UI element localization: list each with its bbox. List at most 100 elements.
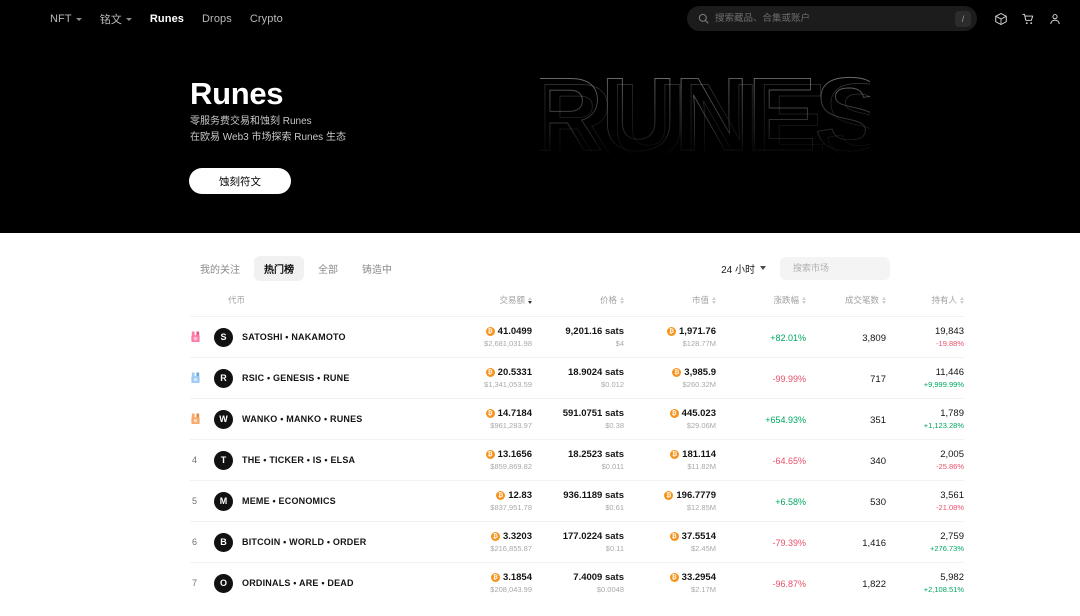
table-row[interactable]: 6 B BITCOIN • WORLD • ORDER ₿ 3.3203 $216,855… (190, 521, 964, 563)
mcap-usd: $12.85M (686, 503, 716, 512)
cell-trades: 717 (806, 358, 886, 399)
price-usd: $0.11 (605, 544, 624, 553)
sort-arrows-icon (712, 296, 716, 304)
mcap-btc: 37.5514 (681, 531, 716, 542)
price-usd: $4 (615, 339, 624, 348)
token-avatar: M (214, 491, 233, 511)
cell-holders: 2,759 +276.73% (886, 522, 964, 563)
nav-item-drops[interactable]: Drops (202, 13, 232, 25)
chevron-down-icon (125, 17, 132, 21)
cell-price: 9,201.16 sats $4 (532, 317, 624, 358)
holder-count: 11,446 (935, 367, 964, 378)
change-percent: -96.87% (772, 579, 806, 589)
cell-price: 936.1189 sats $0.61 (532, 481, 624, 522)
main-content: 我的关注热门榜全部铸造中 24 小时 代币 交易额 价格 市值 涨跌幅 成交笔数 持有人 (0, 248, 1080, 603)
column-header-0: 代币 (190, 288, 440, 317)
tab-0[interactable]: 我的关注 (190, 256, 250, 281)
period-selector[interactable]: 24 小时 (721, 261, 766, 276)
cell-token: S SATOSHI • NAKAMOTO (190, 317, 440, 358)
bitcoin-icon: ₿ (496, 491, 506, 500)
etch-rune-button[interactable]: 蚀刻符文 (189, 168, 291, 194)
holder-change: -25.86% (936, 462, 964, 471)
chevron-down-icon (760, 266, 766, 270)
cell-change: -96.87% (716, 563, 806, 604)
bitcoin-icon: ₿ (669, 573, 679, 582)
table-row[interactable]: W WANKO • MANKO • RUNES ₿ 14.7184 $961,283.9… (190, 398, 964, 440)
nav-item-nft[interactable]: NFT (50, 13, 82, 25)
column-header-6[interactable]: 持有人 (886, 288, 964, 317)
table-body: S SATOSHI • NAKAMOTO ₿ 41.0499 $2,681,031.98… (190, 316, 964, 604)
volume-usd: $859,869.82 (490, 462, 532, 471)
token-name: WANKO • MANKO • RUNES (242, 414, 363, 424)
tab-3[interactable]: 铸造中 (352, 256, 402, 281)
token-name: RSIC • GENESIS • RUNE (242, 373, 350, 383)
table-row[interactable]: 5 M MEME • ECONOMICS ₿ 12.83 $837,951.78 936.1… (190, 480, 964, 522)
column-header-4[interactable]: 涨跌幅 (716, 288, 806, 317)
cell-token: R RSIC • GENESIS • RUNE (190, 358, 440, 399)
cell-change: +82.01% (716, 317, 806, 358)
cell-volume: ₿ 14.7184 $961,283.97 (440, 399, 532, 440)
volume-usd: $1,341,053.59 (484, 380, 532, 389)
table-row[interactable]: R RSIC • GENESIS • RUNE ₿ 20.5331 $1,341,053… (190, 357, 964, 399)
cube-icon[interactable] (994, 12, 1008, 26)
column-header-inner: 市值 (692, 294, 716, 306)
nav-item-铭文[interactable]: 铭文 (100, 11, 132, 27)
token-avatar: R (214, 368, 233, 388)
cell-change: -64.65% (716, 440, 806, 481)
rank-medal (190, 331, 214, 343)
column-header-5[interactable]: 成交笔数 (806, 288, 886, 317)
cart-icon[interactable] (1021, 12, 1035, 26)
hero-section: NFT 铭文 Runes Drops Crypto / (0, 0, 1080, 233)
column-header-2[interactable]: 价格 (532, 288, 624, 317)
volume-usd: $837,951.78 (490, 503, 532, 512)
page-title: Runes (190, 76, 284, 111)
mcap-usd: $11.82M (687, 462, 716, 471)
table-row[interactable]: 7 O ORDINALS • ARE • DEAD ₿ 3.1854 $208,043.9… (190, 562, 964, 604)
period-label: 24 小时 (721, 264, 755, 276)
column-header-3[interactable]: 市值 (624, 288, 716, 317)
token-name: MEME • ECONOMICS (242, 496, 336, 506)
tab-1[interactable]: 热门榜 (254, 255, 304, 281)
volume-btc: 20.5331 (497, 367, 532, 378)
bitcoin-icon: ₿ (669, 409, 679, 418)
nav-item-runes[interactable]: Runes (150, 13, 184, 25)
table-row[interactable]: S SATOSHI • NAKAMOTO ₿ 41.0499 $2,681,031.98… (190, 316, 964, 358)
nav-item-label: NFT (50, 12, 72, 25)
trade-count: 340 (870, 456, 886, 467)
column-header-label: 价格 (599, 295, 617, 305)
token-avatar: B (214, 532, 233, 552)
cell-volume: ₿ 13.1656 $859,869.82 (440, 440, 532, 481)
cell-change: +654.93% (716, 399, 806, 440)
silver-medal-icon (191, 372, 200, 384)
volume-btc: 3.1854 (502, 572, 532, 583)
token-avatar: S (214, 327, 233, 347)
mcap-usd: $2.17M (690, 585, 716, 594)
cell-price: 18.9024 sats $0.012 (532, 358, 624, 399)
change-percent: +82.01% (770, 333, 806, 343)
cell-holders: 19,843 -19.88% (886, 317, 964, 358)
column-header-1[interactable]: 交易额 (440, 288, 532, 317)
volume-usd: $216,855.87 (490, 544, 532, 553)
gold-medal-icon (191, 331, 200, 343)
table-row[interactable]: 4 T THE • TICKER • IS • ELSA ₿ 13.1656 $859,8… (190, 439, 964, 481)
cell-price: 177.0224 sats $0.11 (532, 522, 624, 563)
trade-count: 351 (870, 415, 886, 426)
trade-count: 1,416 (862, 538, 886, 549)
tab-2[interactable]: 全部 (308, 256, 348, 281)
cell-trades: 351 (806, 399, 886, 440)
market-search[interactable] (780, 256, 910, 280)
mcap-usd: $260.32M (682, 380, 716, 389)
market-search-input[interactable] (793, 263, 910, 273)
user-icon[interactable] (1048, 12, 1062, 26)
change-percent: +6.58% (775, 497, 806, 507)
column-header-inner: 交易额 (499, 294, 532, 306)
nav-item-crypto[interactable]: Crypto (250, 13, 283, 25)
hero-subtitle: 零服务费交易和蚀刻 Runes 在欧易 Web3 市场探索 Runes 生态 (190, 114, 346, 146)
holder-change: +1,123.28% (923, 421, 964, 430)
trade-count: 1,822 (862, 579, 886, 590)
cell-holders: 5,982 +2,108.51% (886, 563, 964, 604)
runes-table: 代币 交易额 价格 市值 涨跌幅 成交笔数 持有人 S SATOSHI • NAKAMOTO ₿… (190, 288, 964, 603)
global-search[interactable]: / (687, 6, 977, 31)
price-usd: $0.0048 (596, 585, 624, 594)
search-input[interactable] (715, 13, 955, 24)
